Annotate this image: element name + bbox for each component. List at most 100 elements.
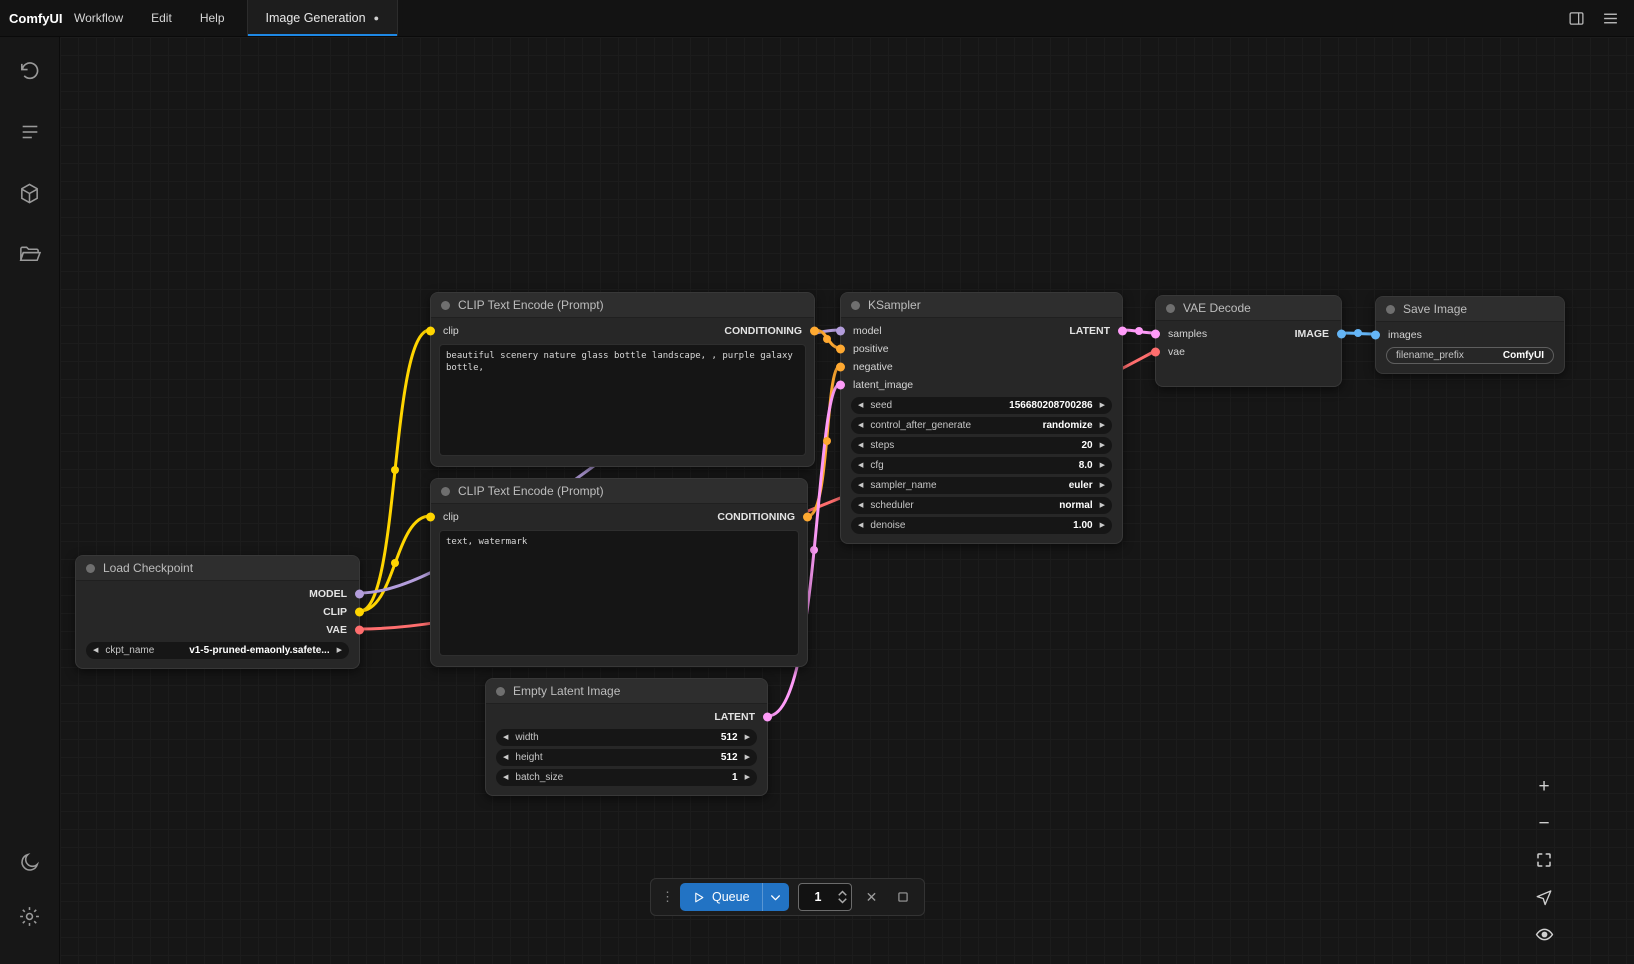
step-left-icon[interactable]: ◀ bbox=[858, 522, 863, 529]
step-left-icon[interactable]: ◀ bbox=[858, 402, 863, 409]
queue-icon[interactable] bbox=[10, 112, 50, 152]
node-header[interactable]: CLIP Text Encode (Prompt) bbox=[431, 479, 807, 504]
step-right-icon[interactable]: ▶ bbox=[1100, 462, 1105, 469]
widget-sampler-name[interactable]: ◀ sampler_name euler ▶ bbox=[851, 477, 1112, 494]
step-left-icon[interactable]: ◀ bbox=[858, 442, 863, 449]
step-right-icon[interactable]: ▶ bbox=[337, 647, 342, 654]
node-header[interactable]: Load Checkpoint bbox=[76, 556, 359, 581]
widget-seed[interactable]: ◀ seed 156680208700286 ▶ bbox=[851, 397, 1112, 414]
output-socket-image[interactable] bbox=[1337, 330, 1346, 339]
collapse-dot-icon[interactable] bbox=[851, 301, 860, 310]
output-socket-clip[interactable] bbox=[355, 608, 364, 617]
collapse-dot-icon[interactable] bbox=[1166, 304, 1175, 313]
spinner-down-icon[interactable] bbox=[838, 898, 847, 904]
step-left-icon[interactable]: ◀ bbox=[503, 734, 508, 741]
tab-image-generation[interactable]: Image Generation ● bbox=[247, 0, 399, 36]
cancel-icon[interactable]: ✕ bbox=[861, 886, 883, 908]
drag-handle-icon[interactable]: ⋮ bbox=[661, 889, 671, 905]
widget-batch-size[interactable]: ◀ batch_size 1 ▶ bbox=[496, 769, 757, 786]
input-socket-vae[interactable] bbox=[1151, 348, 1160, 357]
widget-scheduler[interactable]: ◀ scheduler normal ▶ bbox=[851, 497, 1112, 514]
node-header[interactable]: Save Image bbox=[1376, 297, 1564, 322]
menu-edit[interactable]: Edit bbox=[137, 0, 186, 36]
output-socket-conditioning[interactable] bbox=[803, 513, 812, 522]
node-ksampler[interactable]: KSampler model LATENT positive negative … bbox=[840, 292, 1123, 544]
theme-moon-icon[interactable] bbox=[10, 842, 50, 882]
node-header[interactable]: VAE Decode bbox=[1156, 296, 1341, 321]
menu-help[interactable]: Help bbox=[186, 0, 239, 36]
output-socket-conditioning[interactable] bbox=[810, 327, 819, 336]
input-socket-negative[interactable] bbox=[836, 363, 845, 372]
input-socket-images[interactable] bbox=[1371, 331, 1380, 340]
widget-cfg[interactable]: ◀ cfg 8.0 ▶ bbox=[851, 457, 1112, 474]
step-left-icon[interactable]: ◀ bbox=[858, 482, 863, 489]
collapse-dot-icon[interactable] bbox=[441, 301, 450, 310]
node-header[interactable]: Empty Latent Image bbox=[486, 679, 767, 704]
input-socket-latent-image[interactable] bbox=[836, 381, 845, 390]
node-save-image[interactable]: Save Image images filename_prefix ComfyU… bbox=[1375, 296, 1565, 374]
step-left-icon[interactable]: ◀ bbox=[858, 422, 863, 429]
output-socket-model[interactable] bbox=[355, 590, 364, 599]
widget-filename-prefix[interactable]: filename_prefix ComfyUI bbox=[1386, 347, 1554, 364]
node-load-checkpoint[interactable]: Load Checkpoint MODEL CLIP VAE ◀ ckpt_na… bbox=[75, 555, 360, 669]
menu-workflow[interactable]: Workflow bbox=[60, 0, 137, 36]
step-right-icon[interactable]: ▶ bbox=[1100, 502, 1105, 509]
step-left-icon[interactable]: ◀ bbox=[858, 502, 863, 509]
step-left-icon[interactable]: ◀ bbox=[858, 462, 863, 469]
node-header[interactable]: CLIP Text Encode (Prompt) bbox=[431, 293, 814, 318]
input-socket-model[interactable] bbox=[836, 327, 845, 336]
widget-control-after-generate[interactable]: ◀ control_after_generate randomize ▶ bbox=[851, 417, 1112, 434]
queue-dropdown-button[interactable] bbox=[763, 883, 789, 911]
widget-denoise[interactable]: ◀ denoise 1.00 ▶ bbox=[851, 517, 1112, 534]
queue-run-button[interactable]: Queue bbox=[680, 883, 762, 911]
toggle-links-eye-icon[interactable] bbox=[1532, 922, 1556, 946]
step-left-icon[interactable]: ◀ bbox=[503, 754, 508, 761]
collapse-dot-icon[interactable] bbox=[86, 564, 95, 573]
step-right-icon[interactable]: ▶ bbox=[745, 774, 750, 781]
step-right-icon[interactable]: ▶ bbox=[1100, 402, 1105, 409]
collapse-dot-icon[interactable] bbox=[496, 687, 505, 696]
node-clip-text-encode-negative[interactable]: CLIP Text Encode (Prompt) clip CONDITION… bbox=[430, 478, 808, 667]
output-socket-latent[interactable] bbox=[1118, 327, 1127, 336]
zoom-in-icon[interactable]: + bbox=[1532, 774, 1556, 798]
select-mode-icon[interactable] bbox=[1532, 885, 1556, 909]
node-clip-text-encode-positive[interactable]: CLIP Text Encode (Prompt) clip CONDITION… bbox=[430, 292, 815, 467]
step-left-icon[interactable]: ◀ bbox=[93, 647, 98, 654]
step-right-icon[interactable]: ▶ bbox=[1100, 442, 1105, 449]
node-empty-latent-image[interactable]: Empty Latent Image LATENT ◀ width 512 ▶ … bbox=[485, 678, 768, 796]
widget-width[interactable]: ◀ width 512 ▶ bbox=[496, 729, 757, 746]
batch-count-spinner[interactable]: 1 bbox=[798, 883, 852, 911]
widget-steps[interactable]: ◀ steps 20 ▶ bbox=[851, 437, 1112, 454]
step-right-icon[interactable]: ▶ bbox=[1100, 482, 1105, 489]
step-right-icon[interactable]: ▶ bbox=[745, 754, 750, 761]
input-socket-samples[interactable] bbox=[1151, 330, 1160, 339]
collapse-dot-icon[interactable] bbox=[441, 487, 450, 496]
hamburger-menu-icon[interactable] bbox=[1598, 6, 1622, 30]
collapse-dot-icon[interactable] bbox=[1386, 305, 1395, 314]
spinner-up-icon[interactable] bbox=[838, 890, 847, 896]
node-vae-decode[interactable]: VAE Decode samples IMAGE vae bbox=[1155, 295, 1342, 387]
widget-ckpt-name[interactable]: ◀ ckpt_name v1-5-pruned-emaonly.safete..… bbox=[86, 642, 349, 659]
zoom-out-icon[interactable]: − bbox=[1532, 811, 1556, 835]
prompt-textarea[interactable]: text, watermark bbox=[439, 530, 799, 656]
prompt-textarea[interactable]: beautiful scenery nature glass bottle la… bbox=[439, 344, 806, 456]
panel-toggle-icon[interactable] bbox=[1564, 6, 1588, 30]
model-library-icon[interactable] bbox=[10, 173, 50, 213]
settings-gear-icon[interactable] bbox=[10, 896, 50, 936]
input-socket-clip[interactable] bbox=[426, 327, 435, 336]
batch-count-value[interactable]: 1 bbox=[799, 890, 838, 904]
workflows-folder-icon[interactable] bbox=[10, 234, 50, 274]
fit-view-icon[interactable] bbox=[1532, 848, 1556, 872]
input-socket-clip[interactable] bbox=[426, 513, 435, 522]
output-socket-latent[interactable] bbox=[763, 713, 772, 722]
input-socket-positive[interactable] bbox=[836, 345, 845, 354]
step-right-icon[interactable]: ▶ bbox=[1100, 422, 1105, 429]
output-socket-vae[interactable] bbox=[355, 626, 364, 635]
node-canvas[interactable]: Load Checkpoint MODEL CLIP VAE ◀ ckpt_na… bbox=[60, 37, 1634, 964]
history-icon[interactable] bbox=[10, 51, 50, 91]
widget-height[interactable]: ◀ height 512 ▶ bbox=[496, 749, 757, 766]
step-right-icon[interactable]: ▶ bbox=[745, 734, 750, 741]
step-right-icon[interactable]: ▶ bbox=[1100, 522, 1105, 529]
node-header[interactable]: KSampler bbox=[841, 293, 1122, 318]
step-left-icon[interactable]: ◀ bbox=[503, 774, 508, 781]
